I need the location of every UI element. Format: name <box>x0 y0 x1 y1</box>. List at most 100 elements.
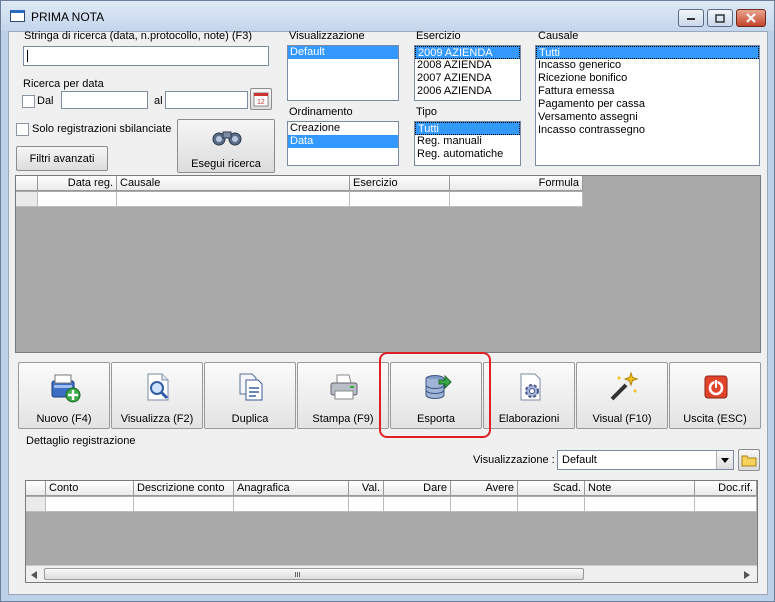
date-to-field[interactable] <box>165 91 248 109</box>
dal-checkbox[interactable] <box>22 95 35 108</box>
list-item[interactable]: Incasso contrassegno <box>536 124 759 137</box>
search-label: Stringa di ricerca (data, n.protocollo, … <box>24 30 253 42</box>
list-item[interactable]: 2008 AZIENDA <box>415 59 520 72</box>
dropdown-arrow-button[interactable] <box>716 451 733 469</box>
column-header[interactable]: Formula <box>450 176 583 191</box>
list-item[interactable]: Fattura emessa <box>536 85 759 98</box>
table-cell[interactable] <box>38 192 117 207</box>
unbalanced-checkbox[interactable] <box>16 123 29 136</box>
export-highlight-annotation <box>379 352 491 438</box>
table-cell[interactable] <box>350 192 450 207</box>
minimize-button[interactable] <box>678 9 704 27</box>
table-cell[interactable] <box>585 497 695 512</box>
detail-view-label: Visualizzazione : <box>473 454 555 466</box>
table-cell[interactable] <box>349 497 384 512</box>
row-header-corner <box>26 481 46 496</box>
open-folder-button[interactable] <box>738 449 760 471</box>
tipo-label: Tipo <box>416 106 437 118</box>
ordinamento-label: Ordinamento <box>289 106 353 118</box>
detail-view-select[interactable]: Default <box>557 450 734 470</box>
scrollbar-thumb[interactable] <box>44 568 584 580</box>
maximize-button[interactable] <box>707 9 733 27</box>
list-item[interactable]: 2007 AZIENDA <box>415 72 520 85</box>
table-cell[interactable] <box>451 497 518 512</box>
column-header[interactable]: Note <box>585 481 695 496</box>
column-header[interactable]: Avere <box>451 481 518 496</box>
calendar-icon: 12 <box>253 92 269 107</box>
table-cell[interactable] <box>518 497 585 512</box>
close-button[interactable] <box>736 9 766 27</box>
table-cell[interactable] <box>46 497 134 512</box>
advanced-filters-button[interactable]: Filtri avanzati <box>16 146 108 171</box>
print-button[interactable]: Stampa (F9) <box>297 362 389 429</box>
title-bar[interactable]: PRIMA NOTA <box>1 1 774 31</box>
column-header[interactable]: Anagrafica <box>234 481 349 496</box>
table-cell[interactable] <box>117 192 350 207</box>
results-grid[interactable]: Data reg. Causale Esercizio Formula <box>15 175 761 353</box>
svg-text:12: 12 <box>257 99 265 106</box>
column-header[interactable]: Esercizio <box>350 176 450 191</box>
column-header[interactable]: Causale <box>117 176 350 191</box>
list-item[interactable]: 2009 AZIENDA <box>415 46 520 59</box>
column-header[interactable]: Data reg. <box>38 176 117 191</box>
list-item[interactable]: Incasso generico <box>536 59 759 72</box>
column-header[interactable]: Scad. <box>518 481 585 496</box>
new-record-icon <box>51 374 81 403</box>
table-cell[interactable] <box>450 192 583 207</box>
duplicate-button[interactable]: Duplica <box>204 362 296 429</box>
processing-button[interactable]: Elaborazioni <box>483 362 575 429</box>
list-item[interactable]: Creazione <box>288 122 398 135</box>
exit-button[interactable]: Uscita (ESC) <box>669 362 761 429</box>
processing-button-label: Elaborazioni <box>498 413 560 425</box>
binoculars-icon <box>212 131 242 146</box>
column-header[interactable]: Val. <box>349 481 384 496</box>
scroll-left-icon[interactable] <box>31 571 37 579</box>
table-cell[interactable] <box>134 497 234 512</box>
scroll-right-icon[interactable] <box>744 571 750 579</box>
column-header[interactable]: Descrizione conto <box>134 481 234 496</box>
causale-listbox[interactable]: Tutti Incasso generico Ricezione bonific… <box>535 45 760 166</box>
list-item[interactable]: Data <box>288 135 398 148</box>
row-header-corner <box>16 176 38 191</box>
esercizio-listbox[interactable]: 2009 AZIENDA 2008 AZIENDA 2007 AZIENDA 2… <box>414 45 521 101</box>
calendar-button[interactable]: 12 <box>250 88 272 110</box>
execute-search-button[interactable]: Esegui ricerca <box>177 119 275 173</box>
list-item[interactable]: Tutti <box>415 122 520 135</box>
list-item[interactable]: Pagamento per cassa <box>536 98 759 111</box>
ordinamento-listbox[interactable]: Creazione Data <box>287 121 399 166</box>
list-item[interactable]: Default <box>288 46 398 59</box>
view-document-icon <box>147 373 169 401</box>
prima-nota-window: PRIMA NOTA Stringa di ricerca (data, n.p… <box>0 0 775 602</box>
causale-label: Causale <box>538 30 579 42</box>
row-selector[interactable] <box>16 192 38 207</box>
grip-icon <box>295 572 296 577</box>
column-header[interactable]: Dare <box>384 481 451 496</box>
column-header[interactable]: Conto <box>46 481 134 496</box>
table-cell[interactable] <box>384 497 451 512</box>
column-header[interactable]: Doc.rif. <box>695 481 757 496</box>
dal-label: Dal <box>37 95 54 107</box>
horizontal-scrollbar[interactable] <box>26 565 757 582</box>
row-selector[interactable] <box>26 497 46 512</box>
new-button[interactable]: Nuovo (F4) <box>18 362 110 429</box>
list-item[interactable]: Reg. manuali <box>415 135 520 148</box>
chevron-down-icon <box>721 457 729 463</box>
detail-grid[interactable]: Conto Descrizione conto Anagrafica Val. … <box>25 480 758 583</box>
list-item[interactable]: Ricezione bonifico <box>536 72 759 85</box>
duplicate-button-label: Duplica <box>231 413 269 425</box>
visual-button[interactable]: Visual (F10) <box>576 362 668 429</box>
minimize-icon <box>687 18 695 20</box>
table-cell[interactable] <box>234 497 349 512</box>
list-item[interactable]: Tutti <box>536 46 759 59</box>
list-item[interactable]: Reg. automatiche <box>415 148 520 161</box>
date-from-field[interactable] <box>61 91 148 109</box>
visualizzazione-listbox[interactable]: Default <box>287 45 399 101</box>
new-button-label: Nuovo (F4) <box>36 413 92 425</box>
al-label: al <box>154 95 163 107</box>
search-input[interactable] <box>23 46 269 66</box>
list-item[interactable]: 2006 AZIENDA <box>415 85 520 98</box>
view-button[interactable]: Visualizza (F2) <box>111 362 203 429</box>
list-item[interactable]: Versamento assegni <box>536 111 759 124</box>
tipo-listbox[interactable]: Tutti Reg. manuali Reg. automatiche <box>414 121 521 166</box>
table-cell[interactable] <box>695 497 757 512</box>
